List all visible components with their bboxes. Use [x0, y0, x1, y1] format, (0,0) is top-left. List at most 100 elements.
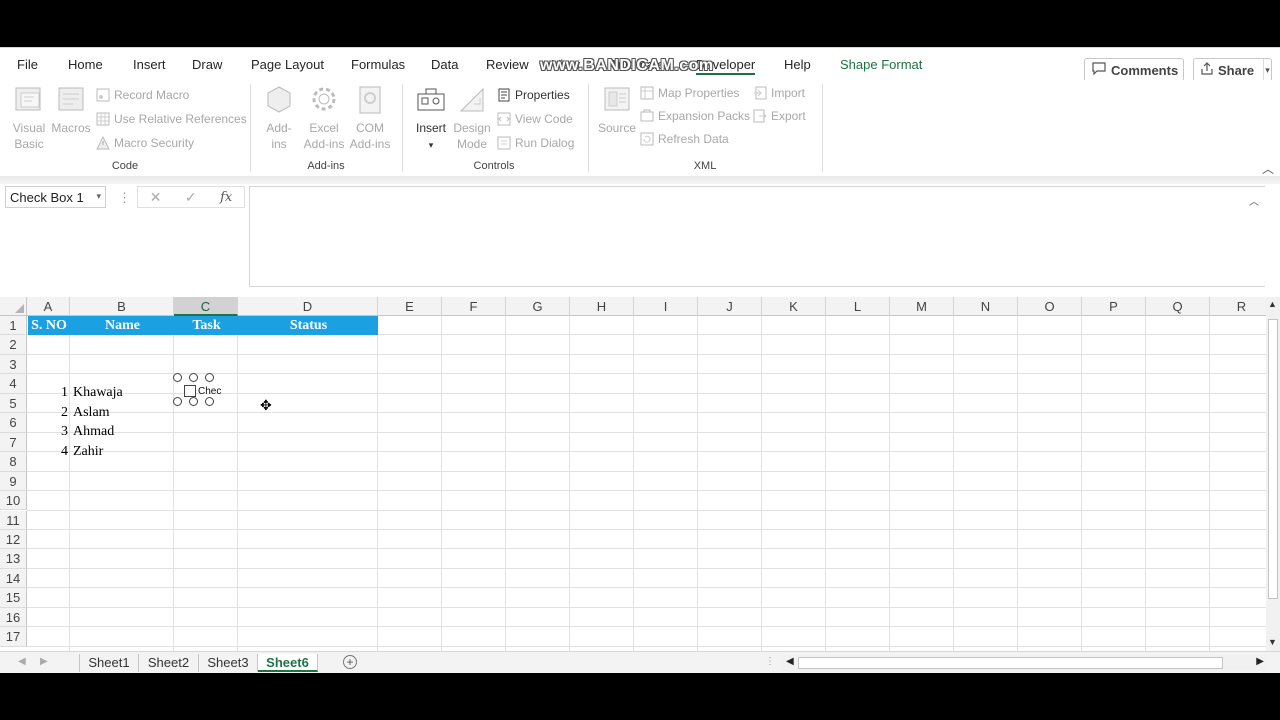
tab-shape-format[interactable]: Shape Format	[840, 57, 922, 72]
column-header-j[interactable]: J	[698, 297, 762, 316]
horizontal-scrollbar[interactable]: ◀ ▶	[783, 655, 1267, 671]
design-mode-button[interactable]: Design Mode	[452, 84, 492, 152]
scroll-up-icon[interactable]: ▲	[1268, 299, 1277, 309]
chevron-down-icon[interactable]: ▾	[1263, 59, 1271, 81]
scroll-right-icon[interactable]: ▶	[1256, 656, 1264, 667]
insert-function-icon[interactable]: fx	[220, 190, 232, 205]
resize-handle[interactable]	[189, 397, 198, 406]
name-box[interactable]: Check Box 1 ▾	[5, 186, 106, 208]
column-header-k[interactable]: K	[762, 297, 826, 316]
cell-sno[interactable]: 2	[28, 403, 68, 422]
column-header-n[interactable]: N	[954, 297, 1018, 316]
row-header-1[interactable]: 1	[0, 316, 27, 336]
chevron-up-icon[interactable]: ︿	[1249, 193, 1259, 208]
cell-name[interactable]: Khawaja	[73, 383, 123, 402]
resize-handle[interactable]	[189, 373, 198, 382]
tab-insert[interactable]: Insert	[133, 57, 166, 72]
map-properties-button[interactable]: Map Properties	[640, 86, 739, 100]
column-header-d[interactable]: D	[238, 297, 378, 316]
header-task[interactable]: Task	[175, 316, 238, 335]
scroll-left-icon[interactable]: ◀	[786, 656, 794, 667]
tab-data[interactable]: Data	[431, 57, 458, 72]
column-header-i[interactable]: I	[634, 297, 698, 316]
share-button[interactable]: Share ▾	[1193, 58, 1272, 82]
row-header-17[interactable]: 17	[0, 627, 27, 647]
cancel-icon[interactable]: ✕	[150, 189, 162, 206]
cell-sno[interactable]: 4	[28, 442, 68, 461]
header-name[interactable]: Name	[71, 316, 174, 335]
row-header-4[interactable]: 4	[0, 374, 27, 394]
check-box-control[interactable]: Chec	[184, 385, 221, 397]
cell-name[interactable]: Aslam	[73, 403, 110, 422]
scroll-down-icon[interactable]: ▼	[1268, 637, 1277, 647]
com-addins-button[interactable]: COM Add-ins	[347, 84, 393, 152]
enter-icon[interactable]: ✓	[185, 189, 197, 206]
row-header-2[interactable]: 2	[0, 335, 27, 355]
row-header-8[interactable]: 8	[0, 452, 27, 472]
tab-review[interactable]: Review	[486, 57, 529, 72]
cell-name[interactable]: Zahir	[73, 442, 103, 461]
cell-sno[interactable]: 1	[28, 383, 68, 402]
refresh-data-button[interactable]: Refresh Data	[640, 132, 729, 146]
row-header-5[interactable]: 5	[0, 393, 27, 414]
properties-button[interactable]: Properties	[497, 88, 570, 102]
row-header-9[interactable]: 9	[0, 471, 27, 491]
column-header-b[interactable]: B	[70, 297, 174, 316]
addins-button[interactable]: Add- ins	[260, 84, 298, 152]
run-dialog-button[interactable]: Run Dialog	[497, 136, 574, 150]
column-header-h[interactable]: H	[570, 297, 634, 316]
checkbox-square[interactable]	[184, 385, 196, 397]
column-header-m[interactable]: M	[890, 297, 954, 316]
resize-handle[interactable]	[205, 373, 214, 382]
tab-file[interactable]: File	[17, 57, 38, 72]
macro-security-button[interactable]: Macro Security	[96, 136, 194, 150]
column-header-e[interactable]: E	[378, 297, 442, 316]
tab-draw[interactable]: Draw	[192, 57, 222, 72]
resize-handle[interactable]	[205, 397, 214, 406]
sheet-tab[interactable]: Sheet2	[139, 654, 199, 672]
formula-input[interactable]: ︿	[249, 186, 1265, 287]
column-header-p[interactable]: P	[1082, 297, 1146, 316]
tab-home[interactable]: Home	[68, 57, 103, 72]
view-code-button[interactable]: View Code	[497, 112, 573, 126]
column-header-c[interactable]: C	[174, 297, 238, 316]
row-header-6[interactable]: 6	[0, 413, 27, 433]
row-header-10[interactable]: 10	[0, 491, 27, 511]
add-sheet-icon[interactable]: +	[343, 655, 357, 669]
row-header-3[interactable]: 3	[0, 354, 27, 375]
scrollbar-thumb[interactable]	[798, 657, 1223, 669]
column-header-r[interactable]: R	[1210, 297, 1266, 316]
row-header-16[interactable]: 16	[0, 607, 27, 628]
sheet-tab[interactable]: Sheet3	[199, 654, 258, 672]
excel-addins-button[interactable]: Excel Add-ins	[301, 84, 347, 152]
sheet-tab[interactable]: Sheet1	[79, 654, 139, 672]
chevron-down-icon[interactable]: ▾	[96, 191, 101, 202]
cell-sno[interactable]: 3	[28, 422, 68, 441]
cell-name[interactable]: Ahmad	[73, 422, 114, 441]
column-header-a[interactable]: A	[27, 297, 70, 316]
resize-handle[interactable]	[173, 373, 182, 382]
column-header-l[interactable]: L	[826, 297, 890, 316]
prev-sheet-icon[interactable]: ◀	[18, 656, 26, 667]
relative-references-button[interactable]: Use Relative References	[96, 112, 247, 126]
insert-control-button[interactable]: Insert ▾	[412, 84, 450, 153]
column-header-f[interactable]: F	[442, 297, 506, 316]
row-header-13[interactable]: 13	[0, 549, 27, 569]
tab-page-layout[interactable]: Page Layout	[251, 57, 324, 72]
import-button[interactable]: Import	[753, 86, 805, 100]
tab-help[interactable]: Help	[784, 57, 811, 72]
tab-formulas[interactable]: Formulas	[351, 57, 405, 72]
collapse-ribbon-icon[interactable]: ︿	[1262, 160, 1274, 177]
macros-button[interactable]: Macros	[50, 84, 92, 136]
visual-basic-button[interactable]: Visual Basic	[8, 84, 50, 152]
select-all-corner[interactable]	[0, 297, 27, 316]
column-header-g[interactable]: G	[506, 297, 570, 316]
expansion-packs-button[interactable]: Expansion Packs	[640, 109, 750, 123]
next-sheet-icon[interactable]: ▶	[40, 656, 48, 667]
record-macro-button[interactable]: Record Macro	[96, 88, 189, 102]
row-header-11[interactable]: 11	[0, 510, 27, 530]
row-header-15[interactable]: 15	[0, 588, 27, 608]
vertical-scrollbar[interactable]: ▲ ▼	[1266, 297, 1280, 651]
sheet-tab-active[interactable]: Sheet6	[258, 654, 318, 672]
scrollbar-thumb[interactable]	[1268, 319, 1278, 599]
